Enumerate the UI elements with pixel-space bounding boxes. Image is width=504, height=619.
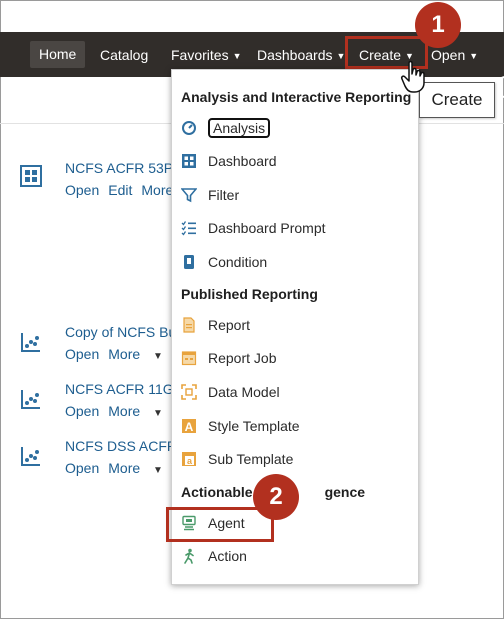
nav-catalog[interactable]: Catalog (100, 45, 148, 65)
item-title[interactable]: NCFS ACFR 53P - (65, 160, 181, 176)
more-link[interactable]: More ▼ (108, 460, 172, 476)
nav-favorites[interactable]: Favorites ▼ (171, 45, 242, 65)
dashboard-grid-icon (20, 165, 42, 187)
sub-template-icon: a (182, 452, 196, 467)
condition-icon (184, 255, 194, 270)
step-callout-1: 1 (415, 2, 461, 48)
menu-item-condition[interactable]: Condition (181, 251, 267, 273)
svg-text:A: A (185, 420, 194, 434)
more-link[interactable]: More (141, 182, 173, 198)
menu-item-action[interactable]: Action (181, 545, 247, 567)
create-tooltip: Create (419, 82, 495, 118)
analysis-chart-icon (21, 447, 40, 466)
caret-down-icon: ▼ (153, 465, 163, 476)
analysis-chart-icon (21, 333, 40, 352)
style-template-icon: A (182, 419, 196, 434)
edit-link[interactable]: Edit (108, 182, 132, 198)
filter-icon (181, 188, 197, 203)
open-link[interactable]: Open (65, 460, 99, 476)
dashboard-icon (182, 154, 196, 169)
prompt-list-icon (181, 221, 196, 236)
step-callout-2: 2 (253, 474, 299, 520)
menu-item-sub-template[interactable]: a Sub Template (181, 448, 293, 470)
menu-item-data-model[interactable]: Data Model (181, 381, 280, 403)
caret-down-icon: ▼ (153, 351, 163, 362)
nav-dashboards[interactable]: Dashboards ▼ (257, 45, 345, 65)
open-link[interactable]: Open (65, 403, 99, 419)
chevron-down-icon: ▼ (232, 51, 242, 61)
section-heading: Published Reporting (181, 286, 318, 302)
menu-item-filter[interactable]: Filter (181, 184, 239, 206)
report-job-icon (181, 351, 197, 366)
open-link[interactable]: Open (65, 182, 99, 198)
analysis-gauge-icon (182, 121, 196, 136)
menu-item-dashboard-prompt[interactable]: Dashboard Prompt (181, 217, 326, 239)
menu-item-report[interactable]: Report (181, 314, 250, 336)
item-title[interactable]: NCFS ACFR 11G - (65, 381, 182, 397)
nav-home[interactable]: Home (30, 41, 86, 68)
hand-cursor-icon (401, 60, 425, 93)
open-link[interactable]: Open (65, 346, 99, 362)
action-icon (184, 548, 194, 565)
nav-open[interactable]: Open ▼ (431, 45, 478, 65)
menu-item-style-template[interactable]: A Style Template (181, 415, 300, 437)
caret-down-icon: ▼ (153, 408, 163, 419)
more-link[interactable]: More ▼ (108, 346, 172, 362)
analysis-chart-icon (21, 390, 40, 409)
more-link[interactable]: More ▼ (108, 403, 172, 419)
chevron-down-icon: ▼ (469, 51, 479, 61)
section-heading: Analysis and Interactive Reporting (181, 89, 412, 105)
menu-item-analysis[interactable]: Analysis (181, 117, 271, 139)
report-icon (183, 317, 195, 333)
item-title[interactable]: Copy of NCFS Bu (65, 324, 176, 340)
menu-item-report-job[interactable]: Report Job (181, 347, 276, 369)
menu-item-dashboard[interactable]: Dashboard (181, 150, 277, 172)
data-model-icon (181, 384, 197, 401)
